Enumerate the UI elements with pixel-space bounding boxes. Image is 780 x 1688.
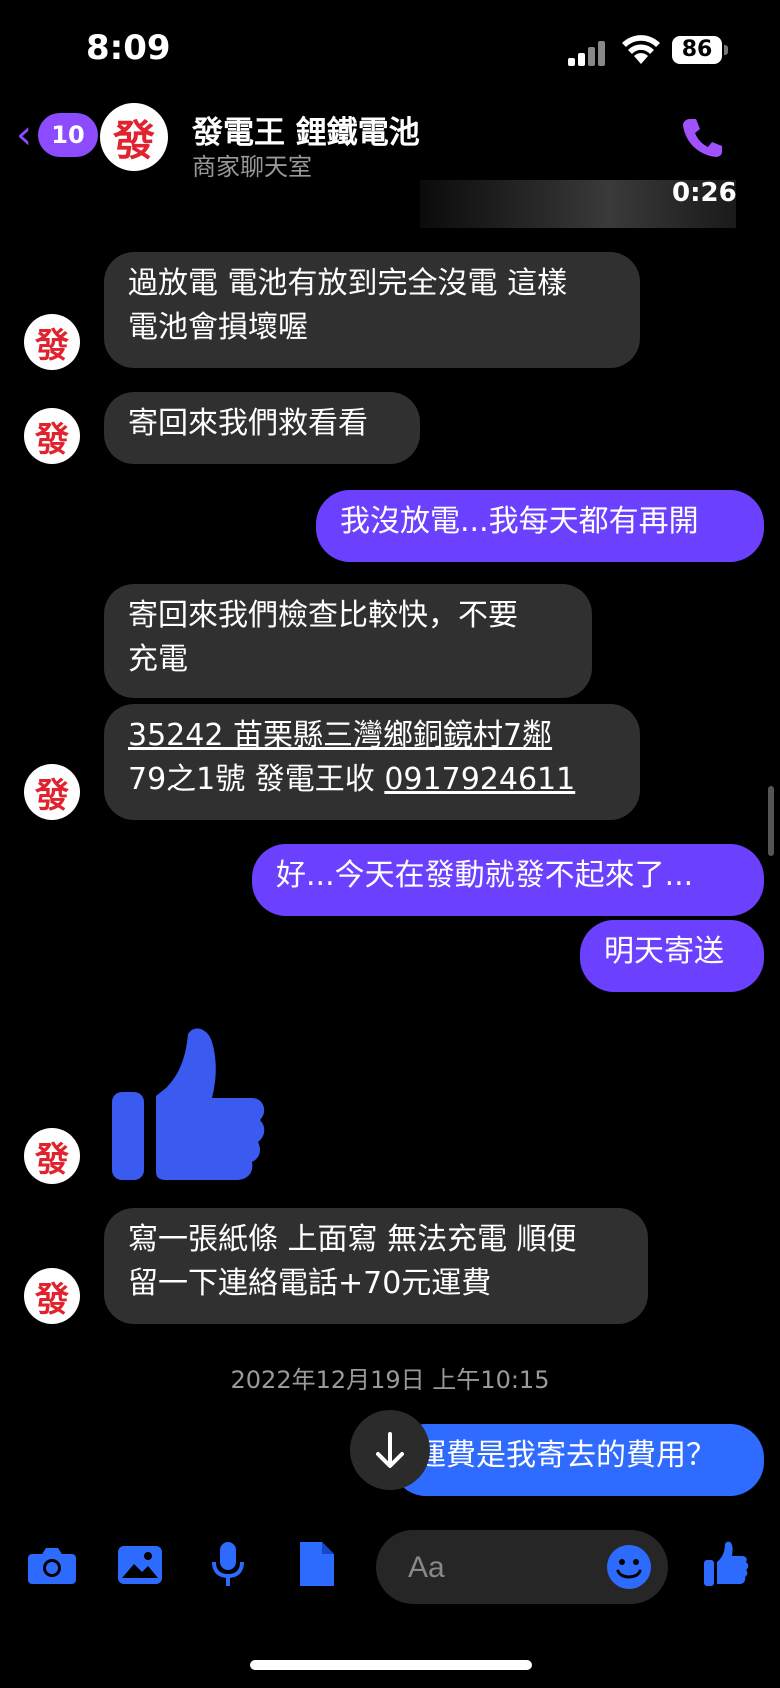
message-bubble-outgoing[interactable]: 運費是我寄去的費用？ xyxy=(392,1424,764,1496)
sender-avatar[interactable]: 發 xyxy=(24,1268,80,1324)
message-bubble-outgoing[interactable]: 好...今天在發動就發不起來了... xyxy=(252,844,764,916)
message-text-line: 79之1號 發電王收 0917924611 xyxy=(128,758,616,802)
camera-icon[interactable] xyxy=(26,1538,78,1590)
message-bubble-incoming[interactable]: 過放電 電池有放到完全沒電 這樣 電池會損壞喔 xyxy=(104,252,640,368)
contact-subtitle: 商家聊天室 xyxy=(192,153,312,181)
sender-avatar[interactable]: 發 xyxy=(24,1128,80,1184)
status-bar: 8:09 86 xyxy=(0,0,780,100)
phone-icon[interactable] xyxy=(678,113,726,161)
thumbs-up-icon[interactable] xyxy=(700,1538,752,1590)
back-button[interactable]: ‹ 10 xyxy=(16,112,98,158)
address-text: 79之1號 發電王收 xyxy=(128,762,385,797)
message-bubble-incoming[interactable]: 寫一張紙條 上面寫 無法充電 順便 留一下連絡電話+70元運費 xyxy=(104,1208,648,1324)
message-bubble-outgoing[interactable]: 我沒放電...我每天都有再開 xyxy=(316,490,764,562)
status-time: 8:09 xyxy=(86,28,171,68)
message-composer[interactable] xyxy=(376,1530,668,1604)
call-duration: 0:26 xyxy=(672,178,737,208)
message-text-line: 好...今天在發動就發不起來了... xyxy=(276,858,694,893)
message-text-line: 我沒放電...我每天都有再開 xyxy=(340,504,699,539)
message-bubble-incoming[interactable]: 寄回來我們檢查比較快，不要 充電 xyxy=(104,584,592,698)
message-bubble-incoming[interactable]: 35242 苗栗縣三灣鄉銅鏡村7鄰 79之1號 發電王收 0917924611 xyxy=(104,704,640,820)
sender-avatar[interactable]: 發 xyxy=(24,764,80,820)
sender-avatar[interactable]: 發 xyxy=(24,408,80,464)
message-bubble-outgoing[interactable]: 明天寄送 xyxy=(580,920,764,992)
signal-icon xyxy=(568,40,608,66)
message-input[interactable] xyxy=(406,1546,590,1590)
message-text-line: 留一下連絡電話+70元運費 xyxy=(128,1266,492,1301)
message-text-line: 充電 xyxy=(128,642,188,677)
thumbs-up-sticker[interactable] xyxy=(108,1016,268,1182)
contact-avatar[interactable]: 發 xyxy=(100,103,168,171)
chat-header: ‹ 10 發 發電王 鋰鐵電池 商家聊天室 xyxy=(0,95,780,185)
arrow-down-icon xyxy=(376,1432,404,1468)
address-link[interactable]: 35242 苗栗縣三灣鄉銅鏡村7鄰 xyxy=(128,714,616,758)
unread-count-badge: 10 xyxy=(38,113,98,157)
sender-avatar[interactable]: 發 xyxy=(24,314,80,370)
emoji-icon[interactable] xyxy=(606,1544,652,1590)
scroll-to-bottom-button[interactable] xyxy=(350,1410,430,1490)
image-icon[interactable] xyxy=(114,1538,166,1590)
message-text-line: 運費是我寄去的費用？ xyxy=(416,1438,716,1473)
battery-indicator: 86 xyxy=(672,36,728,64)
message-text-line: 寄回來我們救看看 xyxy=(128,406,368,441)
phone-link[interactable]: 0917924611 xyxy=(384,762,575,797)
microphone-icon[interactable] xyxy=(202,1538,254,1590)
wifi-icon xyxy=(622,35,660,64)
contact-name[interactable]: 發電王 鋰鐵電池 xyxy=(192,107,420,152)
date-separator: 2022年12月19日 上午10:15 xyxy=(230,1366,550,1394)
home-indicator[interactable] xyxy=(250,1660,532,1670)
chevron-left-icon: ‹ xyxy=(16,112,32,158)
message-text-line: 寫一張紙條 上面寫 無法充電 順便 xyxy=(128,1222,577,1257)
message-text-line: 過放電 電池有放到完全沒電 這樣 xyxy=(128,266,568,301)
message-text-line: 明天寄送 xyxy=(604,934,724,969)
message-text-line: 電池會損壞喔 xyxy=(128,310,308,345)
document-icon[interactable] xyxy=(290,1538,342,1590)
scrollbar[interactable] xyxy=(768,786,774,856)
message-text-line: 寄回來我們檢查比較快，不要 xyxy=(128,598,518,633)
message-bubble-incoming[interactable]: 寄回來我們救看看 xyxy=(104,392,420,464)
